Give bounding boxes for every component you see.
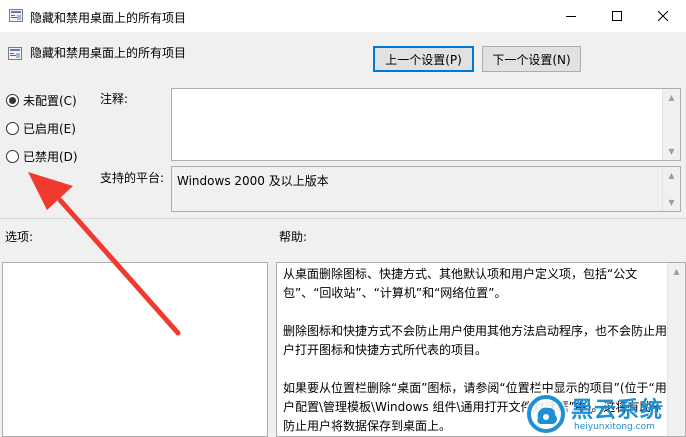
watermark-title: 黑云系统	[571, 398, 664, 423]
scroll-up-icon[interactable]: ▲	[663, 167, 680, 184]
options-label: 选项:	[5, 230, 34, 244]
options-pane	[2, 262, 268, 437]
radio-circle[interactable]	[6, 94, 19, 107]
help-label: 帮助:	[279, 230, 308, 244]
comment-textarea[interactable]: ▲ ▼	[171, 88, 681, 161]
help-paragraph: 删除图标和快捷方式不会防止用户使用其他方法启动程序，也不会防止用户打开图标和快捷…	[283, 324, 668, 357]
watermark: 黑云系统 heiyunxitong.com	[524, 390, 686, 437]
platform-scrollbar[interactable]: ▲ ▼	[662, 167, 680, 211]
maximize-icon	[612, 11, 622, 21]
help-paragraph: 从桌面删除图标、快捷方式、其他默认项和用户定义项，包括“公文包”、“回收站”、“…	[283, 267, 638, 300]
policy-name: 隐藏和禁用桌面上的所有项目	[30, 46, 187, 60]
platform-field: Windows 2000 及以上版本 ▲ ▼	[171, 166, 681, 212]
scroll-up-icon[interactable]: ▲	[668, 263, 685, 280]
comment-scrollbar[interactable]: ▲ ▼	[662, 89, 680, 160]
close-button[interactable]	[640, 0, 686, 32]
radio-circle[interactable]	[6, 150, 19, 163]
close-icon	[658, 11, 668, 21]
window-title: 隐藏和禁用桌面上的所有项目	[30, 11, 187, 25]
heiyun-logo-icon	[525, 393, 567, 435]
radio-label: 已禁用(D)	[23, 150, 78, 164]
previous-setting-button[interactable]: 上一个设置(P)	[373, 46, 474, 72]
maximize-button[interactable]	[594, 0, 640, 32]
platform-label: 支持的平台:	[100, 171, 165, 185]
policy-settings-icon	[8, 47, 22, 60]
radio-label: 已启用(E)	[23, 122, 76, 136]
arrow-head	[28, 172, 73, 210]
radio-circle[interactable]	[6, 122, 19, 135]
watermark-url: heiyunxitong.com	[574, 422, 655, 432]
minimize-button[interactable]	[548, 0, 594, 32]
radio-not-configured[interactable]: 未配置(C)	[6, 92, 77, 109]
section-divider	[0, 218, 686, 219]
platform-value: Windows 2000 及以上版本	[177, 174, 329, 188]
title-bar: 隐藏和禁用桌面上的所有项目	[0, 0, 686, 32]
policy-settings-icon	[9, 9, 23, 22]
scroll-down-icon[interactable]: ▼	[663, 143, 680, 160]
next-setting-button[interactable]: 下一个设置(N)	[482, 46, 581, 72]
scroll-up-icon[interactable]: ▲	[663, 89, 680, 106]
radio-enabled[interactable]: 已启用(E)	[6, 120, 76, 137]
radio-selected-dot	[9, 97, 16, 104]
minimize-icon	[566, 16, 576, 17]
scroll-down-icon[interactable]: ▼	[663, 194, 680, 211]
comment-label: 注释:	[100, 92, 129, 106]
radio-label: 未配置(C)	[23, 94, 77, 108]
radio-disabled[interactable]: 已禁用(D)	[6, 148, 78, 165]
